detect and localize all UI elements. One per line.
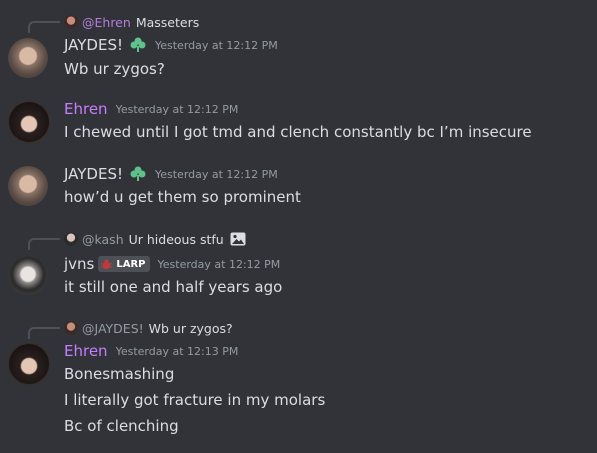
reply-author[interactable]: @Ehren xyxy=(82,15,131,30)
reply-text[interactable]: Masseters xyxy=(136,15,199,30)
avatar[interactable] xyxy=(8,38,48,78)
reply-avatar xyxy=(64,321,78,335)
message-text: I chewed until I got tmd and clench cons… xyxy=(64,123,532,141)
reply-preview[interactable]: @JAYDES! Wb ur zygos? xyxy=(64,320,233,336)
reply-preview[interactable]: @Ehren Masseters xyxy=(64,14,199,30)
avatar[interactable] xyxy=(8,343,50,385)
message-text: Bc of clenching xyxy=(64,417,179,435)
timestamp[interactable]: Yesterday at 12:12 PM xyxy=(158,258,281,271)
username[interactable]: jvns xyxy=(64,255,94,273)
message-text: I literally got fracture in my molars xyxy=(64,391,326,409)
avatar[interactable] xyxy=(8,255,48,295)
timestamp[interactable]: Yesterday at 12:12 PM xyxy=(155,39,278,52)
reply-author[interactable]: @kash xyxy=(82,232,124,247)
reply-avatar xyxy=(64,232,78,246)
message-header: JAYDES! Yesterday at 12:12 PM xyxy=(64,165,278,183)
guild-tag[interactable]: LARP xyxy=(98,256,150,272)
message-header: Ehren Yesterday at 12:12 PM xyxy=(64,100,238,118)
reply-text[interactable]: Ur hideous stfu xyxy=(129,232,224,247)
reply-preview[interactable]: @kash Ur hideous stfu xyxy=(64,231,246,247)
message-header: JAYDES! Yesterday at 12:12 PM xyxy=(64,36,278,54)
message-text: Bonesmashing xyxy=(64,365,175,383)
message-text: Wb ur zygos? xyxy=(64,60,165,78)
username[interactable]: Ehren xyxy=(64,342,108,360)
reply-author[interactable]: @JAYDES! xyxy=(82,321,144,336)
clover-icon[interactable] xyxy=(129,165,147,183)
bug-icon xyxy=(101,258,113,269)
username[interactable]: Ehren xyxy=(64,100,108,118)
timestamp[interactable]: Yesterday at 12:12 PM xyxy=(155,168,278,181)
message-header: Ehren Yesterday at 12:13 PM xyxy=(64,342,238,360)
username[interactable]: JAYDES! xyxy=(64,36,123,54)
reply-connector xyxy=(28,238,60,250)
image-icon xyxy=(230,232,246,246)
reply-connector xyxy=(28,21,60,33)
timestamp[interactable]: Yesterday at 12:13 PM xyxy=(116,345,239,358)
message-text: it still one and half years ago xyxy=(64,278,283,296)
message-text: how’d u get them so prominent xyxy=(64,188,301,206)
reply-avatar xyxy=(64,15,78,29)
avatar[interactable] xyxy=(8,166,48,206)
avatar[interactable] xyxy=(8,101,50,143)
guild-tag-label: LARP xyxy=(116,258,146,270)
clover-icon[interactable] xyxy=(129,36,147,54)
message-header: jvns LARP Yesterday at 12:12 PM xyxy=(64,255,280,273)
username[interactable]: JAYDES! xyxy=(64,165,123,183)
timestamp[interactable]: Yesterday at 12:12 PM xyxy=(116,103,239,116)
reply-connector xyxy=(28,327,60,339)
reply-text[interactable]: Wb ur zygos? xyxy=(149,321,233,336)
